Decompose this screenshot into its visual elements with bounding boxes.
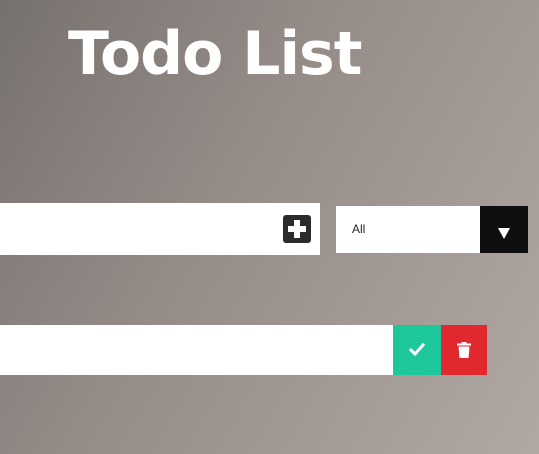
todo-item (0, 325, 393, 375)
page-title: Todo List (68, 19, 362, 89)
add-todo-button[interactable] (283, 215, 311, 243)
complete-button[interactable] (393, 325, 441, 375)
caret-down-icon (498, 228, 510, 239)
check-icon (409, 343, 425, 356)
todo-input[interactable] (0, 203, 270, 255)
todo-input-container (0, 203, 320, 255)
trash-icon (457, 342, 471, 358)
filter-selected-value: All (352, 222, 366, 236)
plus-square-icon (288, 220, 306, 238)
filter-select[interactable]: All (336, 206, 528, 253)
filter-dropdown-toggle[interactable] (480, 206, 528, 253)
delete-button[interactable] (441, 325, 487, 375)
